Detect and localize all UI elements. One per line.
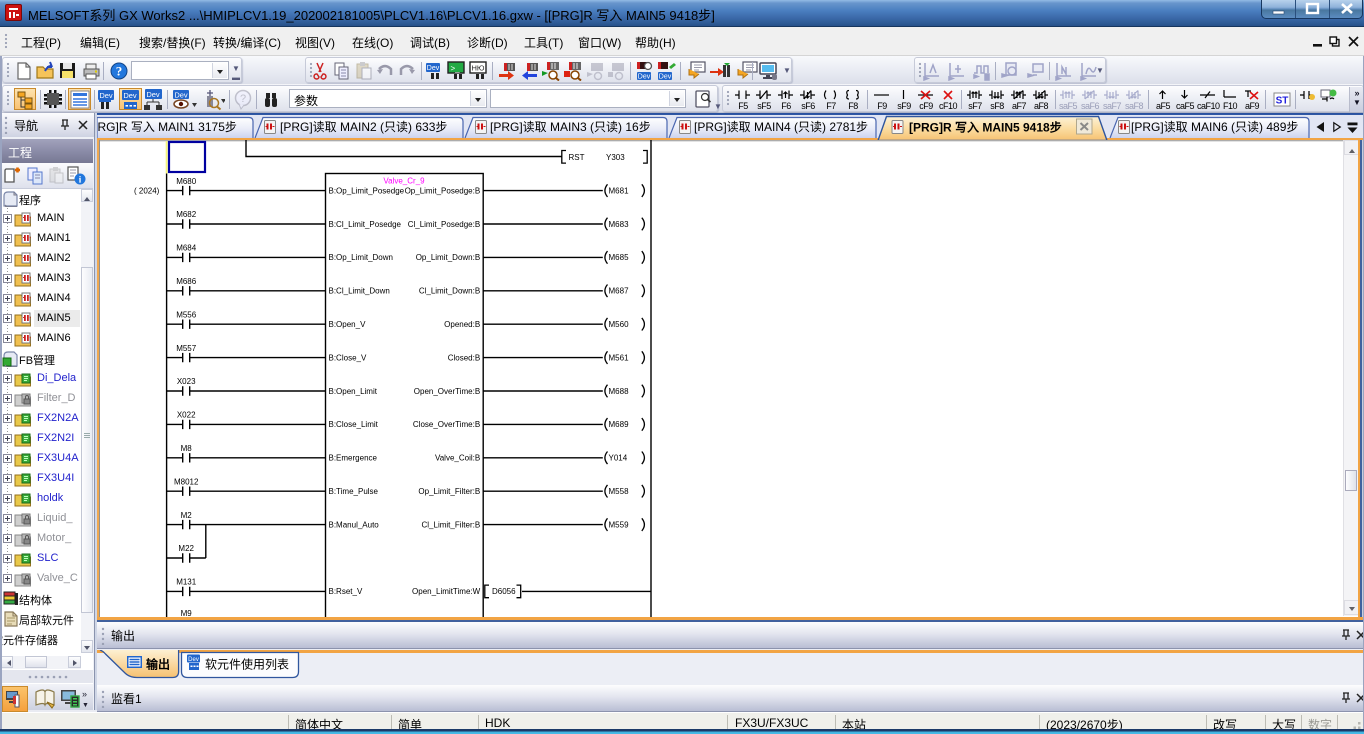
svg-text:M680: M680 (176, 177, 197, 186)
svg-text:Open_LimitTime:W: Open_LimitTime:W (412, 587, 481, 596)
svg-text:Cl_Limit_Down:B: Cl_Limit_Down:B (419, 287, 480, 296)
svg-text:Dev: Dev (146, 90, 160, 99)
svg-text:ST: ST (1276, 96, 1289, 107)
svg-text:M8012: M8012 (174, 477, 199, 486)
svg-text:Op_Limit_Filter:B: Op_Limit_Filter:B (418, 487, 480, 496)
svg-text:X022: X022 (177, 411, 196, 420)
svg-text:Closed:B: Closed:B (448, 353, 480, 362)
svg-text:B:Op_Limit_Posedge: B:Op_Limit_Posedge (329, 186, 405, 195)
svg-text:M8: M8 (181, 444, 193, 453)
svg-text:软元件使用列表: 软元件使用列表 (205, 657, 289, 672)
svg-text:Dev: Dev (174, 91, 188, 100)
svg-text:B:Manul_Auto: B:Manul_Auto (329, 520, 380, 529)
svg-text:Dev: Dev (99, 91, 113, 100)
svg-text:Valve_Coil:B: Valve_Coil:B (435, 454, 480, 463)
svg-text:M558: M558 (609, 487, 630, 496)
svg-text:M681: M681 (609, 186, 630, 195)
svg-text:M683: M683 (609, 220, 630, 229)
svg-text:M556: M556 (176, 310, 197, 319)
svg-text:M688: M688 (609, 387, 630, 396)
svg-text:Dev: Dev (123, 91, 137, 100)
svg-text:B:Close_V: B:Close_V (329, 353, 367, 362)
svg-text:B:Open_Limit: B:Open_Limit (329, 387, 378, 396)
svg-text:Dev: Dev (188, 657, 199, 663)
svg-text:B:Emergence: B:Emergence (329, 454, 378, 463)
svg-text:M687: M687 (609, 287, 630, 296)
svg-text:RG]R 写入 MAIN1 3175步: RG]R 写入 MAIN1 3175步 (98, 120, 237, 134)
svg-text:M131: M131 (176, 578, 197, 587)
svg-text:M560: M560 (609, 320, 630, 329)
svg-text:( 2024): ( 2024) (134, 187, 160, 196)
svg-text:?: ? (240, 93, 246, 105)
svg-text:B:Time_Pulse: B:Time_Pulse (329, 487, 379, 496)
svg-text:B:Rset_V: B:Rset_V (329, 587, 363, 596)
svg-text:M682: M682 (176, 210, 197, 219)
svg-text:Op_Limit_Posedge:B: Op_Limit_Posedge:B (405, 186, 481, 195)
svg-text:Dev: Dev (659, 74, 672, 81)
svg-text:Cl_Limit_Posedge:B: Cl_Limit_Posedge:B (408, 220, 480, 229)
svg-text:M561: M561 (609, 353, 630, 362)
svg-text:B:Op_Limit_Down: B:Op_Limit_Down (329, 253, 393, 262)
svg-text:M686: M686 (176, 277, 197, 286)
svg-text:M685: M685 (609, 253, 630, 262)
svg-text:Open_OverTime:B: Open_OverTime:B (414, 387, 480, 396)
svg-text:Op_Limit_Down:B: Op_Limit_Down:B (416, 253, 480, 262)
svg-text:M557: M557 (176, 344, 197, 353)
svg-text:B:Open_V: B:Open_V (329, 320, 367, 329)
svg-text:[PRG]读取 MAIN3 (只读) 16步: [PRG]读取 MAIN3 (只读) 16步 (490, 120, 651, 134)
svg-text:B:Cl_Limit_Posedge: B:Cl_Limit_Posedge (329, 220, 402, 229)
svg-text:[PRG]读取 MAIN4 (只读) 2781步: [PRG]读取 MAIN4 (只读) 2781步 (694, 120, 868, 134)
svg-text:B:Cl_Limit_Down: B:Cl_Limit_Down (329, 287, 390, 296)
svg-text:[PRG]R 写入 MAIN5 9418步: [PRG]R 写入 MAIN5 9418步 (909, 120, 1062, 135)
svg-text:RST: RST (569, 153, 585, 162)
svg-text:M689: M689 (609, 420, 630, 429)
svg-text:[PRG]读取 MAIN2 (只读) 633步: [PRG]读取 MAIN2 (只读) 633步 (280, 120, 447, 134)
svg-text:M22: M22 (178, 544, 194, 553)
svg-text:[PRG]读取 MAIN6 (只读) 489步: [PRG]读取 MAIN6 (只读) 489步 (1131, 120, 1298, 134)
svg-text:D6056: D6056 (492, 587, 516, 596)
svg-text:X023: X023 (177, 377, 196, 386)
svg-text:M2: M2 (181, 511, 193, 520)
svg-text:Cl_Limit_Filter:B: Cl_Limit_Filter:B (422, 520, 481, 529)
svg-text:Dev: Dev (638, 74, 651, 81)
svg-text:HЮ: HЮ (472, 64, 485, 73)
svg-text:>_: >_ (450, 64, 460, 73)
svg-text:B:Close_Limit: B:Close_Limit (329, 420, 379, 429)
svg-text:Close_OverTime:B: Close_OverTime:B (413, 420, 480, 429)
svg-text:M559: M559 (609, 520, 630, 529)
svg-text:Y014: Y014 (609, 454, 628, 463)
svg-text:Y303: Y303 (606, 153, 625, 162)
svg-text:Valve_Cr_9: Valve_Cr_9 (383, 177, 425, 186)
svg-text:M684: M684 (176, 244, 197, 253)
svg-text:Opened:B: Opened:B (444, 320, 480, 329)
svg-text:Dev: Dev (427, 65, 440, 72)
svg-text:?: ? (116, 64, 123, 79)
svg-text:输出: 输出 (146, 657, 170, 672)
